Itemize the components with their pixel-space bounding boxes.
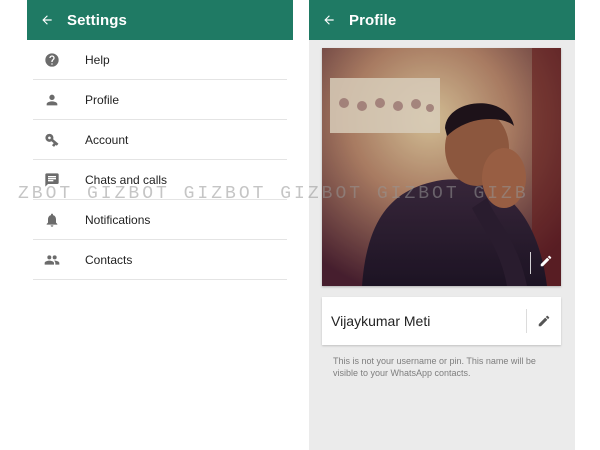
help-icon (27, 52, 77, 68)
settings-screen: Settings Help Profile Account Chats and … (27, 0, 293, 450)
profile-screen: Profile Vijaykumar Meti This is not your… (309, 0, 575, 450)
settings-item-notifications[interactable]: Notifications (27, 200, 293, 240)
profile-name-hint: This is not your username or pin. This n… (333, 356, 536, 378)
key-icon (27, 132, 77, 148)
profile-name-card: Vijaykumar Meti (322, 297, 561, 345)
settings-app-bar: Settings (27, 0, 293, 40)
settings-item-help[interactable]: Help (27, 40, 293, 80)
profile-title: Profile (349, 11, 397, 29)
settings-item-account[interactable]: Account (27, 120, 293, 160)
photo-edit-divider (530, 252, 531, 274)
back-arrow-icon[interactable] (309, 13, 349, 27)
settings-item-label: Profile (85, 93, 120, 107)
settings-item-label: Notifications (85, 213, 151, 227)
photo-edit-button[interactable] (530, 252, 553, 274)
person-icon (27, 92, 77, 108)
settings-item-label: Help (85, 53, 110, 67)
pencil-icon (538, 315, 550, 327)
profile-photo-image (322, 48, 561, 286)
profile-app-bar: Profile (309, 0, 575, 40)
bell-icon (27, 212, 77, 228)
profile-name: Vijaykumar Meti (331, 313, 431, 329)
settings-item-profile[interactable]: Profile (27, 80, 293, 120)
pencil-icon (539, 254, 553, 273)
back-arrow-icon[interactable] (27, 13, 67, 27)
settings-item-label: Account (85, 133, 129, 147)
settings-item-contacts[interactable]: Contacts (27, 240, 293, 280)
settings-title: Settings (67, 11, 127, 29)
settings-item-label: Chats and calls (85, 173, 168, 187)
people-icon (27, 252, 77, 268)
chat-icon (27, 172, 77, 188)
settings-list: Help Profile Account Chats and calls Not… (27, 40, 293, 280)
settings-item-label: Contacts (85, 253, 133, 267)
edit-name-button[interactable] (527, 314, 561, 328)
profile-photo[interactable] (322, 48, 561, 286)
settings-item-chats-and-calls[interactable]: Chats and calls (27, 160, 293, 200)
